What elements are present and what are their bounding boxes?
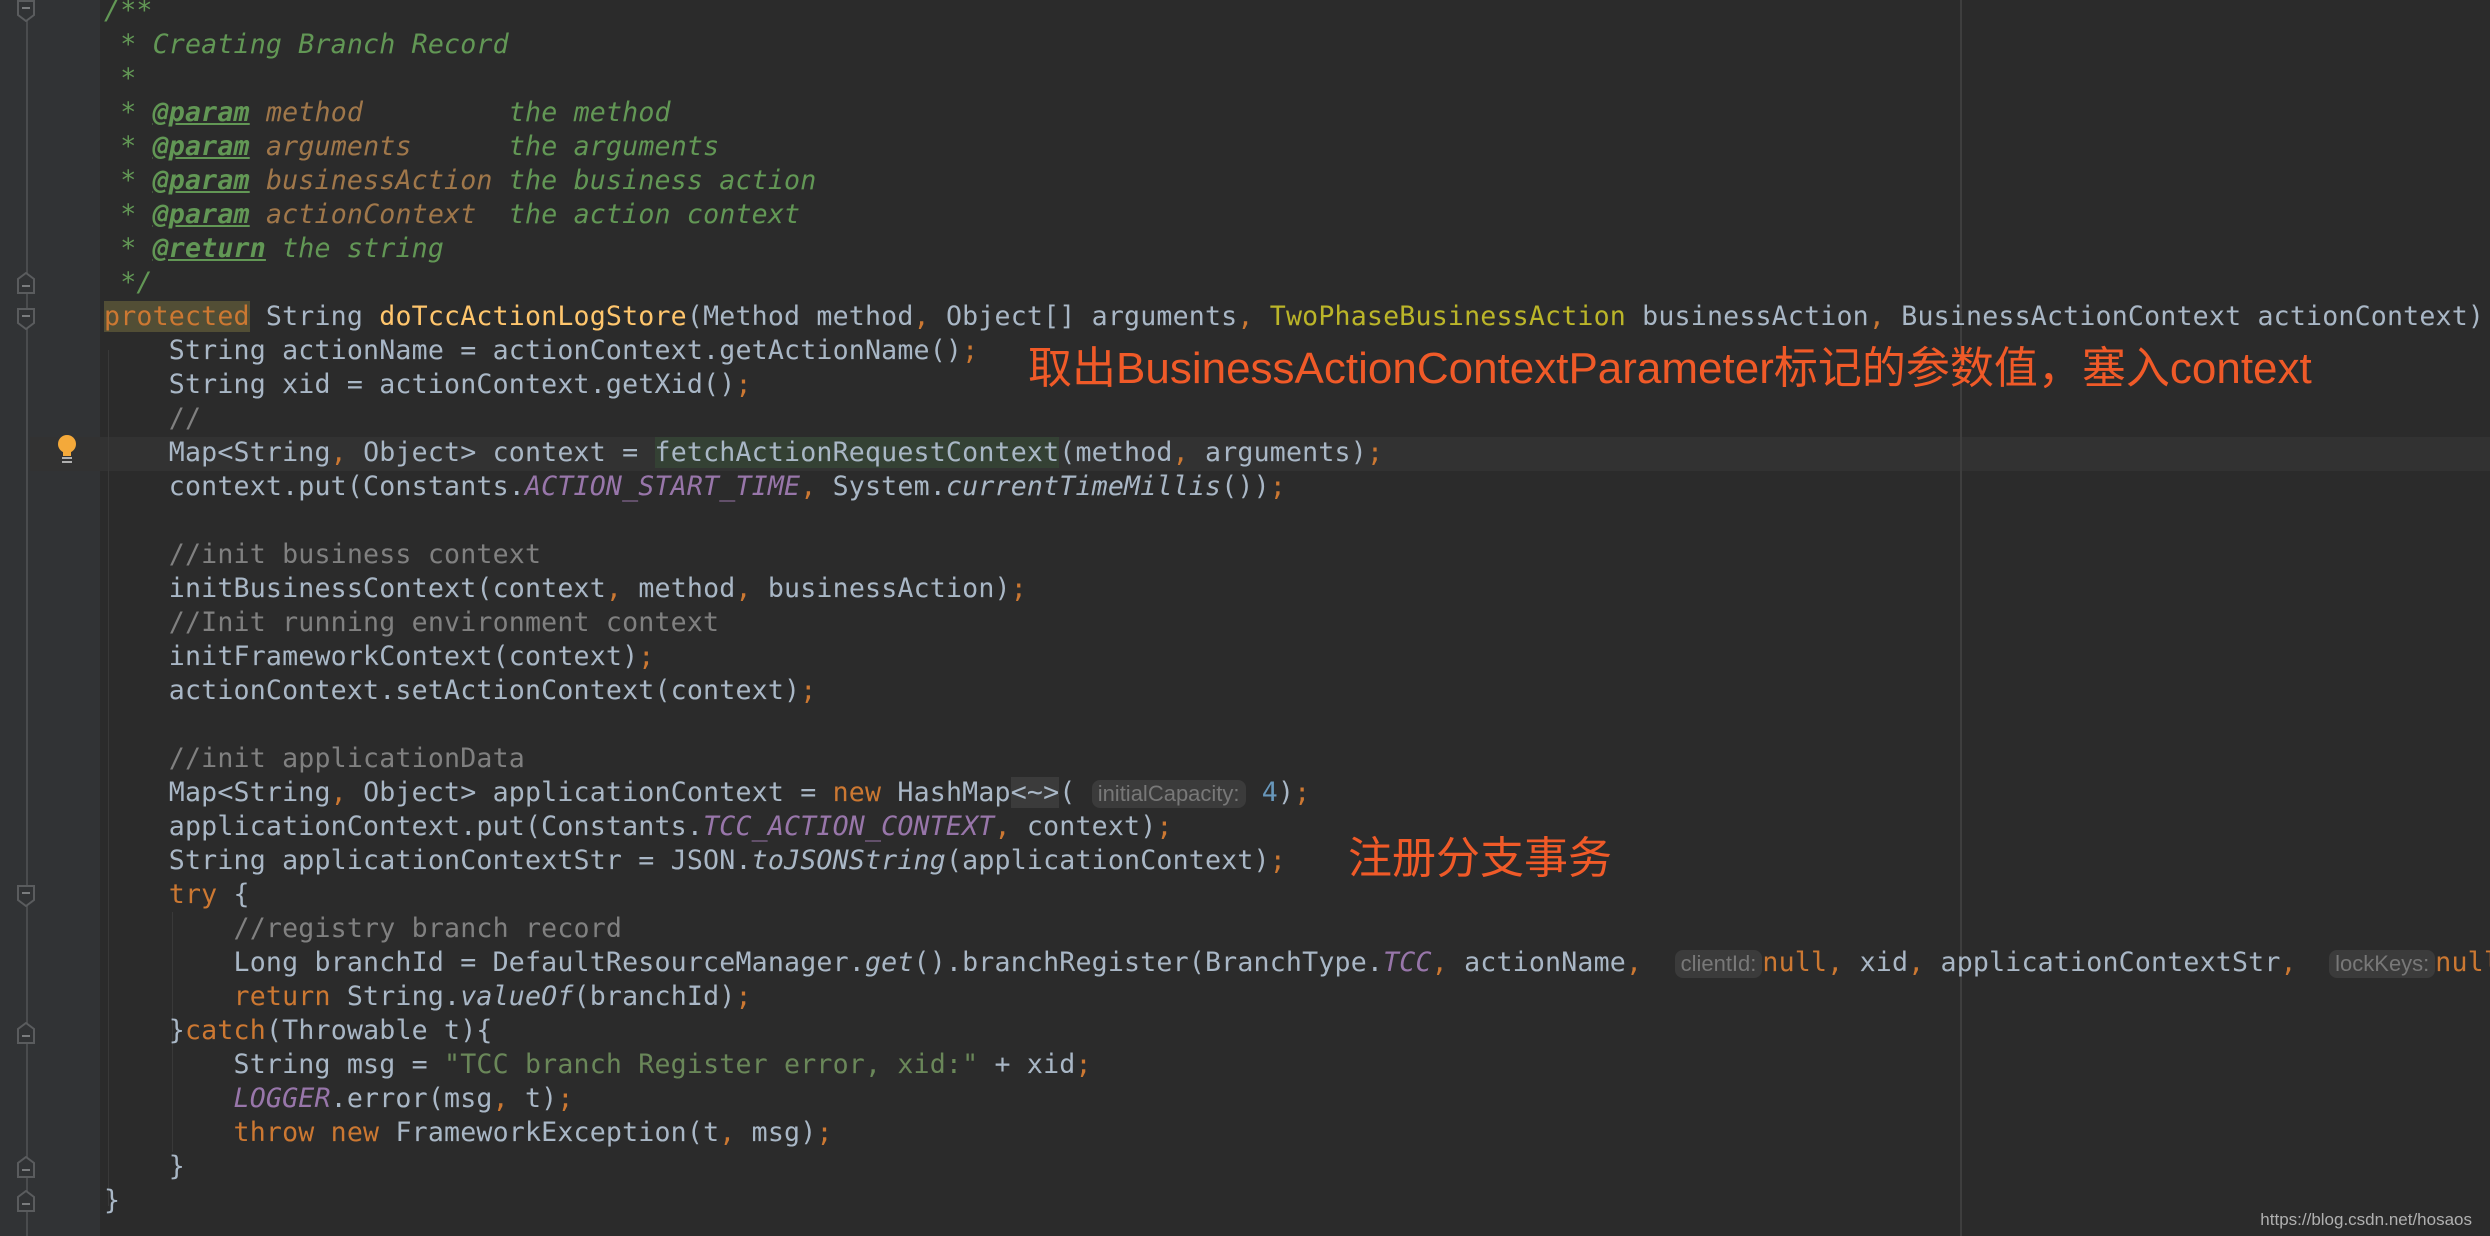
param-tag: @param bbox=[152, 97, 250, 128]
editor-gutter bbox=[0, 0, 100, 1236]
fold-collapse-icon[interactable] bbox=[17, 885, 35, 907]
code-line: initFrameworkContext(context); bbox=[104, 641, 655, 672]
diamond-fold[interactable]: <~> bbox=[1010, 777, 1060, 808]
type-reference[interactable]: TwoPhaseBusinessAction bbox=[1270, 301, 1626, 332]
code-line: applicationContext.put(Constants.TCC_ACT… bbox=[104, 811, 1173, 842]
return-tag: @return bbox=[152, 233, 266, 264]
fold-collapse-icon[interactable] bbox=[17, 0, 35, 22]
fold-end-icon[interactable] bbox=[17, 1190, 35, 1212]
javadoc-summary: * Creating Branch Record bbox=[104, 29, 509, 60]
code-editor[interactable]: /** * Creating Branch Record * * @param … bbox=[104, 0, 2490, 1218]
fold-end-icon[interactable] bbox=[17, 1022, 35, 1044]
code-line: } bbox=[104, 1151, 185, 1182]
param-name: businessAction bbox=[265, 165, 493, 196]
javadoc-return: * @return the string bbox=[104, 233, 445, 264]
param-name: method bbox=[265, 97, 364, 128]
code-line-current: Map<String, Object> context = fetchActio… bbox=[104, 437, 1384, 468]
parameter-hint: initialCapacity: bbox=[1091, 780, 1246, 808]
fetch-method-call[interactable]: fetchActionRequestContext bbox=[654, 437, 1060, 468]
code-comment: // bbox=[104, 403, 202, 434]
javadoc-param: * @param arguments the arguments bbox=[104, 131, 720, 162]
annotation-fetch-context: 取出BusinessActionContextParameter标记的参数值，塞… bbox=[1028, 344, 2312, 393]
modifier-keyword: protected bbox=[104, 301, 250, 332]
fold-end-icon[interactable] bbox=[17, 272, 35, 294]
code-line: throw new FrameworkException(t, msg); bbox=[104, 1117, 833, 1148]
watermark: https://blog.csdn.net/hosaos bbox=[2260, 1210, 2472, 1229]
code-line: } bbox=[104, 1185, 121, 1216]
code-comment: //init applicationData bbox=[104, 743, 525, 774]
code-line: return String.valueOf(branchId); bbox=[104, 981, 752, 1012]
code-line: context.put(Constants.ACTION_START_TIME,… bbox=[104, 471, 1286, 502]
code-line: actionContext.setActionContext(context); bbox=[104, 675, 817, 706]
code-line: Long branchId = DefaultResourceManager.g… bbox=[104, 947, 2490, 978]
parameter-hint: clientId: bbox=[1674, 950, 1763, 978]
annotation-register-branch: 注册分支事务 bbox=[1348, 834, 1612, 883]
fold-guide-line bbox=[26, 0, 28, 1236]
fold-collapse-icon[interactable] bbox=[17, 308, 35, 330]
javadoc-param: * @param method the method bbox=[104, 97, 671, 128]
param-desc: the arguments bbox=[492, 131, 720, 162]
param-desc: the business action bbox=[492, 165, 817, 196]
javadoc-close: */ bbox=[104, 267, 153, 298]
param-name: arguments bbox=[265, 131, 412, 162]
param-name: actionContext bbox=[265, 199, 477, 230]
javadoc-param: * @param actionContext the action contex… bbox=[104, 199, 801, 230]
method-name[interactable]: doTccActionLogStore bbox=[379, 301, 687, 332]
fold-end-icon[interactable] bbox=[17, 1156, 35, 1178]
javadoc-param: * @param businessAction the business act… bbox=[104, 165, 817, 196]
param-tag: @param bbox=[152, 165, 250, 196]
param-desc: the action context bbox=[492, 199, 801, 230]
code-comment: //Init running environment context bbox=[104, 607, 720, 638]
code-comment: //registry branch record bbox=[104, 913, 623, 944]
method-signature: protected String doTccActionLogStore(Met… bbox=[104, 301, 2490, 332]
code-comment: //init business context bbox=[104, 539, 542, 570]
code-line: initBusinessContext(context, method, bus… bbox=[104, 573, 1027, 604]
param-tag: @param bbox=[152, 131, 250, 162]
lightbulb-intention-icon[interactable] bbox=[56, 434, 78, 464]
param-desc: the method bbox=[492, 97, 671, 128]
code-line: LOGGER.error(msg, t); bbox=[104, 1083, 574, 1114]
parameter-hint: lockKeys: bbox=[2329, 950, 2436, 978]
code-line: String applicationContextStr = JSON.toJS… bbox=[104, 845, 1286, 876]
javadoc-open: /** bbox=[104, 0, 153, 26]
code-line: }catch(Throwable t){ bbox=[104, 1015, 493, 1046]
string-literal: "TCC branch Register error, xid:" bbox=[444, 1049, 979, 1080]
param-tag: @param bbox=[152, 199, 250, 230]
javadoc-blank: * bbox=[104, 63, 137, 94]
code-line: Map<String, Object> applicationContext =… bbox=[104, 777, 1311, 808]
code-line: try { bbox=[104, 879, 250, 910]
code-line: String msg = "TCC branch Register error,… bbox=[104, 1049, 1092, 1080]
